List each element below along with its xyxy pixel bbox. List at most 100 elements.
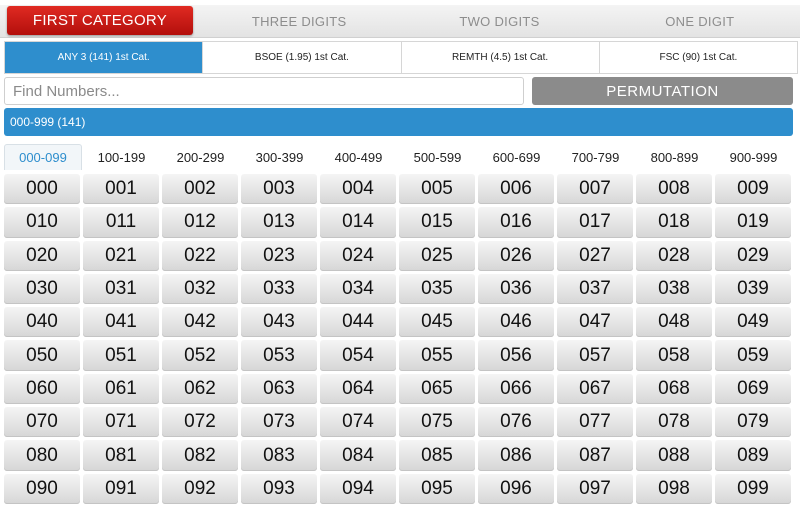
number-button[interactable]: 039 (715, 273, 791, 305)
number-button[interactable]: 050 (4, 340, 80, 371)
number-button[interactable]: 029 (715, 240, 791, 271)
number-button[interactable]: 014 (320, 207, 396, 238)
range-tab[interactable]: 100-199 (82, 144, 161, 170)
number-button[interactable]: 072 (162, 407, 238, 438)
number-button[interactable]: 061 (83, 373, 159, 405)
number-button[interactable]: 088 (636, 440, 712, 471)
number-button[interactable]: 033 (241, 273, 317, 305)
permutation-button[interactable]: PERMUTATION (532, 77, 793, 105)
number-button[interactable]: 059 (715, 340, 791, 371)
number-button[interactable]: 042 (162, 307, 238, 338)
number-button[interactable]: 010 (4, 207, 80, 238)
number-button[interactable]: 011 (83, 207, 159, 238)
number-button[interactable]: 019 (715, 207, 791, 238)
number-button[interactable]: 082 (162, 440, 238, 471)
number-button[interactable]: 068 (636, 373, 712, 405)
number-button[interactable]: 040 (4, 307, 80, 338)
number-button[interactable]: 092 (162, 473, 238, 504)
subtab-bsoe[interactable]: BSOE (1.95) 1st Cat. (202, 42, 400, 73)
number-button[interactable]: 037 (557, 273, 633, 305)
number-button[interactable]: 086 (478, 440, 554, 471)
number-button[interactable]: 008 (636, 174, 712, 205)
number-button[interactable]: 054 (320, 340, 396, 371)
number-button[interactable]: 023 (241, 240, 317, 271)
number-button[interactable]: 077 (557, 407, 633, 438)
number-button[interactable]: 099 (715, 473, 791, 504)
number-button[interactable]: 048 (636, 307, 712, 338)
number-button[interactable]: 041 (83, 307, 159, 338)
number-button[interactable]: 063 (241, 373, 317, 405)
range-tab[interactable]: 900-999 (714, 144, 793, 170)
number-button[interactable]: 090 (4, 473, 80, 504)
number-button[interactable]: 020 (4, 240, 80, 271)
number-button[interactable]: 004 (320, 174, 396, 205)
number-button[interactable]: 036 (478, 273, 554, 305)
tab-first-category[interactable]: FIRST CATEGORY (7, 6, 193, 35)
number-button[interactable]: 024 (320, 240, 396, 271)
number-button[interactable]: 083 (241, 440, 317, 471)
range-tab[interactable]: 200-299 (161, 144, 240, 170)
number-button[interactable]: 058 (636, 340, 712, 371)
number-button[interactable]: 084 (320, 440, 396, 471)
number-button[interactable]: 055 (399, 340, 475, 371)
number-button[interactable]: 007 (557, 174, 633, 205)
number-button[interactable]: 044 (320, 307, 396, 338)
number-button[interactable]: 097 (557, 473, 633, 504)
number-button[interactable]: 074 (320, 407, 396, 438)
number-button[interactable]: 098 (636, 473, 712, 504)
number-button[interactable]: 022 (162, 240, 238, 271)
number-button[interactable]: 006 (478, 174, 554, 205)
number-button[interactable]: 065 (399, 373, 475, 405)
number-button[interactable]: 091 (83, 473, 159, 504)
number-button[interactable]: 026 (478, 240, 554, 271)
number-button[interactable]: 000 (4, 174, 80, 205)
range-tab[interactable]: 500-599 (398, 144, 477, 170)
number-button[interactable]: 027 (557, 240, 633, 271)
number-button[interactable]: 002 (162, 174, 238, 205)
number-button[interactable]: 035 (399, 273, 475, 305)
number-button[interactable]: 043 (241, 307, 317, 338)
number-button[interactable]: 009 (715, 174, 791, 205)
number-button[interactable]: 038 (636, 273, 712, 305)
number-button[interactable]: 067 (557, 373, 633, 405)
number-button[interactable]: 015 (399, 207, 475, 238)
number-button[interactable]: 085 (399, 440, 475, 471)
number-button[interactable]: 046 (478, 307, 554, 338)
number-button[interactable]: 071 (83, 407, 159, 438)
number-button[interactable]: 075 (399, 407, 475, 438)
number-button[interactable]: 003 (241, 174, 317, 205)
number-button[interactable]: 047 (557, 307, 633, 338)
number-button[interactable]: 031 (83, 273, 159, 305)
number-button[interactable]: 013 (241, 207, 317, 238)
number-button[interactable]: 017 (557, 207, 633, 238)
number-button[interactable]: 057 (557, 340, 633, 371)
number-button[interactable]: 030 (4, 273, 80, 305)
number-button[interactable]: 078 (636, 407, 712, 438)
number-button[interactable]: 034 (320, 273, 396, 305)
number-button[interactable]: 062 (162, 373, 238, 405)
number-button[interactable]: 005 (399, 174, 475, 205)
range-tab[interactable]: 600-699 (477, 144, 556, 170)
number-button[interactable]: 016 (478, 207, 554, 238)
number-button[interactable]: 049 (715, 307, 791, 338)
number-button[interactable]: 094 (320, 473, 396, 504)
number-button[interactable]: 021 (83, 240, 159, 271)
number-button[interactable]: 066 (478, 373, 554, 405)
tab-two-digits[interactable]: TWO DIGITS (399, 5, 599, 37)
subtab-remth[interactable]: REMTH (4.5) 1st Cat. (400, 42, 599, 73)
number-button[interactable]: 032 (162, 273, 238, 305)
tab-three-digits[interactable]: THREE DIGITS (199, 5, 399, 37)
number-button[interactable]: 070 (4, 407, 80, 438)
number-button[interactable]: 060 (4, 373, 80, 405)
number-button[interactable]: 053 (241, 340, 317, 371)
tab-one-digit[interactable]: ONE DIGIT (600, 5, 800, 37)
number-button[interactable]: 052 (162, 340, 238, 371)
number-button[interactable]: 001 (83, 174, 159, 205)
number-button[interactable]: 051 (83, 340, 159, 371)
number-button[interactable]: 095 (399, 473, 475, 504)
number-button[interactable]: 076 (478, 407, 554, 438)
number-button[interactable]: 096 (478, 473, 554, 504)
range-tab[interactable]: 400-499 (319, 144, 398, 170)
number-button[interactable]: 056 (478, 340, 554, 371)
number-button[interactable]: 081 (83, 440, 159, 471)
